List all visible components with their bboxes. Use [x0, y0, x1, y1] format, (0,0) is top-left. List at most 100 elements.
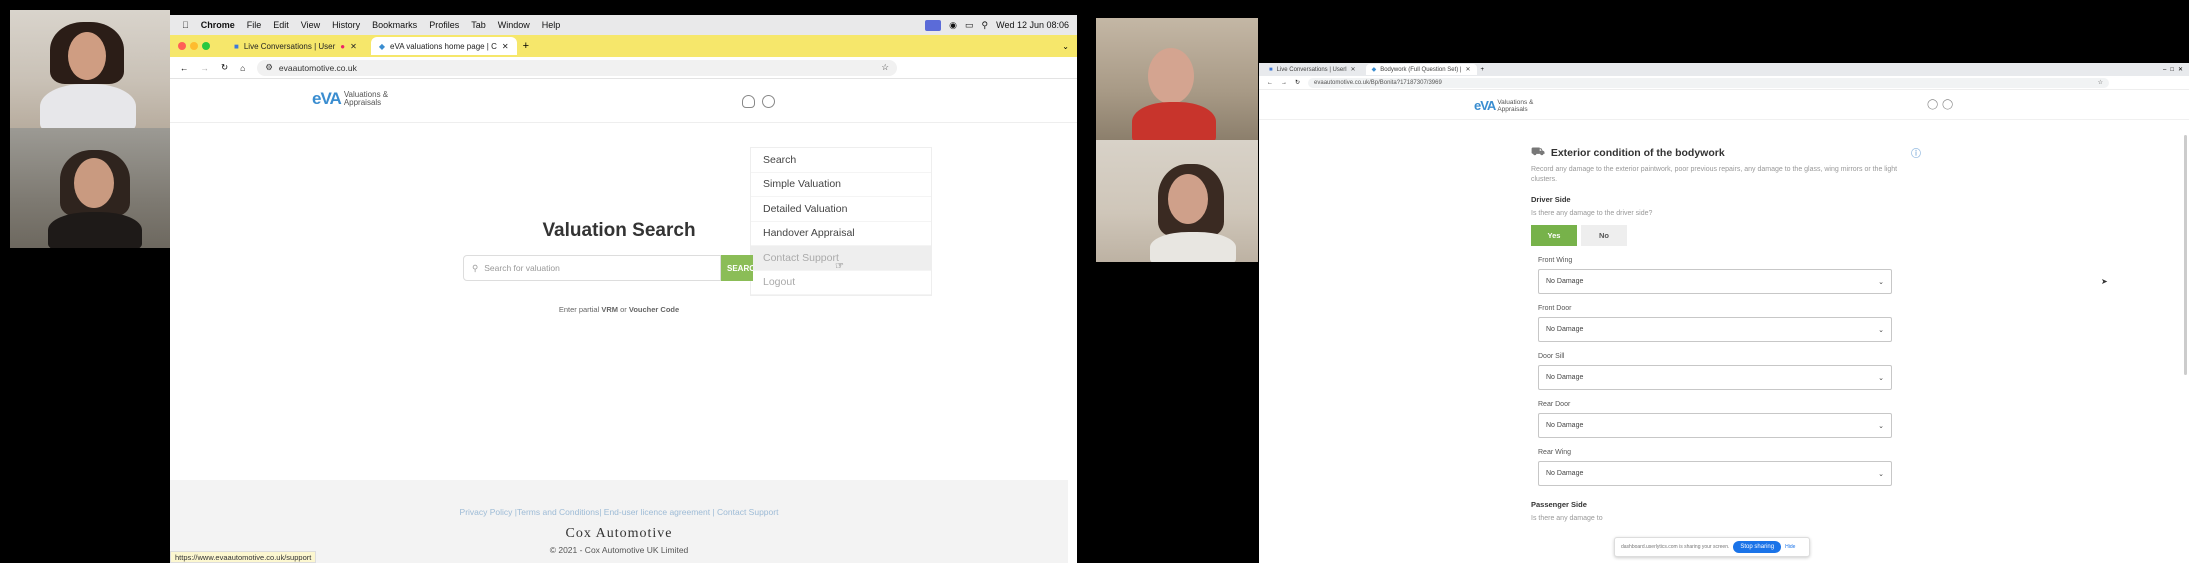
bookmark-star-icon[interactable]: ☆ — [2098, 79, 2103, 86]
windows-screen-share: ■ Live Conversations | Userl ✕ ◆ Bodywor… — [1259, 63, 2189, 563]
tab-label: Bodywork (Full Question Set) | — [1380, 66, 1462, 73]
logo-line-2: Appraisals — [1497, 105, 1528, 113]
tab-search-icon[interactable]: ⌄ — [1062, 42, 1069, 51]
bookmark-star-icon[interactable]: ☆ — [881, 62, 889, 73]
user-icon[interactable]: ◯ — [1927, 99, 1938, 110]
rear-door-label: Rear Door — [1538, 401, 1571, 408]
menu-file[interactable]: File — [247, 20, 262, 30]
front-wing-select[interactable]: No Damage ⌄ — [1538, 269, 1892, 294]
search-button[interactable]: SEARCH — [721, 255, 753, 281]
close-window-icon[interactable] — [178, 42, 186, 50]
select-value: No Damage — [1546, 374, 1584, 381]
video-tile-participant-2 — [10, 128, 170, 248]
menu-window[interactable]: Window — [498, 20, 530, 30]
user-icon[interactable] — [742, 95, 755, 108]
home-icon[interactable]: ⌂ — [240, 63, 245, 73]
stop-sharing-button[interactable]: Stop sharing — [1733, 541, 1782, 553]
back-icon[interactable]: ← — [1267, 80, 1273, 86]
menu-item-detailed-valuation[interactable]: Detailed Valuation — [751, 197, 931, 222]
page-title: Valuation Search — [542, 220, 696, 241]
door-sill-select[interactable]: No Damage ⌄ — [1538, 365, 1892, 390]
driver-side-toggle: Yes No — [1531, 225, 1921, 246]
apple-icon[interactable]:  — [182, 20, 189, 30]
rear-wing-select[interactable]: No Damage ⌄ — [1538, 461, 1892, 486]
close-icon[interactable]: ✕ — [1465, 66, 1470, 73]
hide-button[interactable]: Hide — [1785, 544, 1795, 550]
scrollbar[interactable] — [2184, 135, 2187, 375]
eva-logo[interactable]: eVA Valuations & Appraisals — [312, 89, 388, 109]
close-window-icon[interactable]: ✕ — [2178, 66, 2183, 73]
menu-bookmarks[interactable]: Bookmarks — [372, 20, 417, 30]
menu-tab[interactable]: Tab — [471, 20, 486, 30]
hint-or: or — [618, 305, 629, 314]
footer-links[interactable]: Privacy Policy |Terms and Conditions| En… — [170, 507, 1068, 517]
menu-item-simple-valuation[interactable]: Simple Valuation — [751, 173, 931, 197]
maximize-window-icon[interactable]: □ — [2170, 67, 2174, 73]
tab-live-conversations[interactable]: ■ Live Conversations | Userl ✕ — [1263, 64, 1362, 75]
reload-icon[interactable]: ↻ — [1295, 79, 1300, 86]
no-button[interactable]: No — [1581, 225, 1627, 246]
chevron-down-icon: ⌄ — [1878, 374, 1884, 382]
menu-item-logout[interactable]: Logout — [751, 271, 931, 295]
url-field[interactable]: ⚙ evaautomotive.co.uk ☆ — [257, 59, 897, 76]
select-value: No Damage — [1546, 278, 1584, 285]
menu-icon[interactable]: ◯ — [1942, 99, 1953, 110]
minimize-window-icon[interactable]: – — [2163, 67, 2166, 73]
logo-line-1: Valuations & — [1497, 98, 1534, 106]
front-wing-label: Front Wing — [1538, 257, 1573, 264]
site-header: eVA Valuations & Appraisals — [170, 79, 1077, 123]
reload-icon[interactable]: ↻ — [221, 62, 228, 73]
passenger-side-question: Is there any damage to — [1531, 515, 1603, 522]
tab-favicon-icon: ◆ — [1371, 67, 1377, 73]
minimize-window-icon[interactable] — [190, 42, 198, 50]
chrome-tabbar: ■ Live Conversations | User ● ✕ ◆ eVA va… — [170, 35, 1077, 57]
yes-button[interactable]: Yes — [1531, 225, 1577, 246]
new-tab-icon[interactable]: + — [1481, 67, 1485, 73]
select-value: No Damage — [1546, 470, 1584, 477]
screen-share-icon[interactable] — [925, 19, 942, 31]
battery-icon[interactable]: ▭ — [965, 20, 974, 31]
site-info-icon[interactable]: ⚙ — [265, 62, 273, 73]
menu-history[interactable]: History — [332, 20, 360, 30]
search-input[interactable]: ⚲ Search for valuation — [463, 255, 721, 281]
tab-label: Live Conversations | Userl — [1276, 66, 1347, 73]
close-icon[interactable]: ✕ — [1351, 66, 1356, 73]
video-tile-participant-4 — [1096, 140, 1258, 262]
menu-help[interactable]: Help — [542, 20, 561, 30]
info-icon[interactable]: ⓘ — [1911, 145, 1921, 160]
tab-eva-valuations[interactable]: ◆ eVA valuations home page | C ✕ — [370, 37, 517, 55]
zoom-window-icon[interactable] — [202, 42, 210, 50]
back-icon[interactable]: ← — [180, 63, 189, 73]
url-text: evaautomotive.co.uk/Bp/Bonita?17187307/3… — [1314, 79, 1442, 86]
menubar-clock[interactable]: Wed 12 Jun 08:06 — [996, 20, 1069, 30]
driver-side-question: Is there any damage to the driver side? — [1531, 210, 1653, 217]
rear-door-select[interactable]: No Damage ⌄ — [1538, 413, 1892, 438]
wifi-icon[interactable]: ◉ — [949, 20, 957, 31]
logo-eva-text: eVA — [1474, 98, 1496, 113]
menu-view[interactable]: View — [301, 20, 320, 30]
recording-icon: ● — [340, 41, 346, 51]
menu-edit[interactable]: Edit — [273, 20, 289, 30]
mouse-cursor-icon: ☞ — [835, 261, 844, 272]
screen-share-notification: dashboard.userlytics.com is sharing your… — [1614, 537, 1810, 557]
menu-profiles[interactable]: Profiles — [429, 20, 459, 30]
menu-item-search[interactable]: Search — [751, 148, 931, 173]
passenger-side-title: Passenger Side — [1531, 500, 1587, 509]
forward-icon[interactable]: → — [1281, 80, 1287, 86]
close-icon[interactable]: ✕ — [502, 42, 509, 51]
status-bar-url: https://www.evaautomotive.co.uk/support — [170, 551, 317, 563]
tab-live-conversations[interactable]: ■ Live Conversations | User ● ✕ — [226, 37, 365, 55]
car-icon: ⛟ — [1531, 145, 1545, 158]
close-icon[interactable]: ✕ — [350, 42, 357, 51]
front-door-select[interactable]: No Damage ⌄ — [1538, 317, 1892, 342]
menubar-app-name[interactable]: Chrome — [201, 20, 235, 30]
new-tab-icon[interactable]: + — [523, 40, 529, 52]
search-icon[interactable]: ⚲ — [982, 20, 989, 31]
tab-bodywork[interactable]: ◆ Bodywork (Full Question Set) | ✕ — [1365, 64, 1477, 75]
forward-icon[interactable]: → — [201, 63, 210, 73]
url-field[interactable]: evaautomotive.co.uk/Bp/Bonita?17187307/3… — [1308, 77, 2109, 88]
eva-logo[interactable]: eVA Valuations & Appraisals — [1474, 98, 1533, 113]
menu-icon[interactable] — [762, 95, 775, 108]
chevron-down-icon: ⌄ — [1878, 422, 1884, 430]
video-tile-participant-1 — [10, 10, 170, 128]
